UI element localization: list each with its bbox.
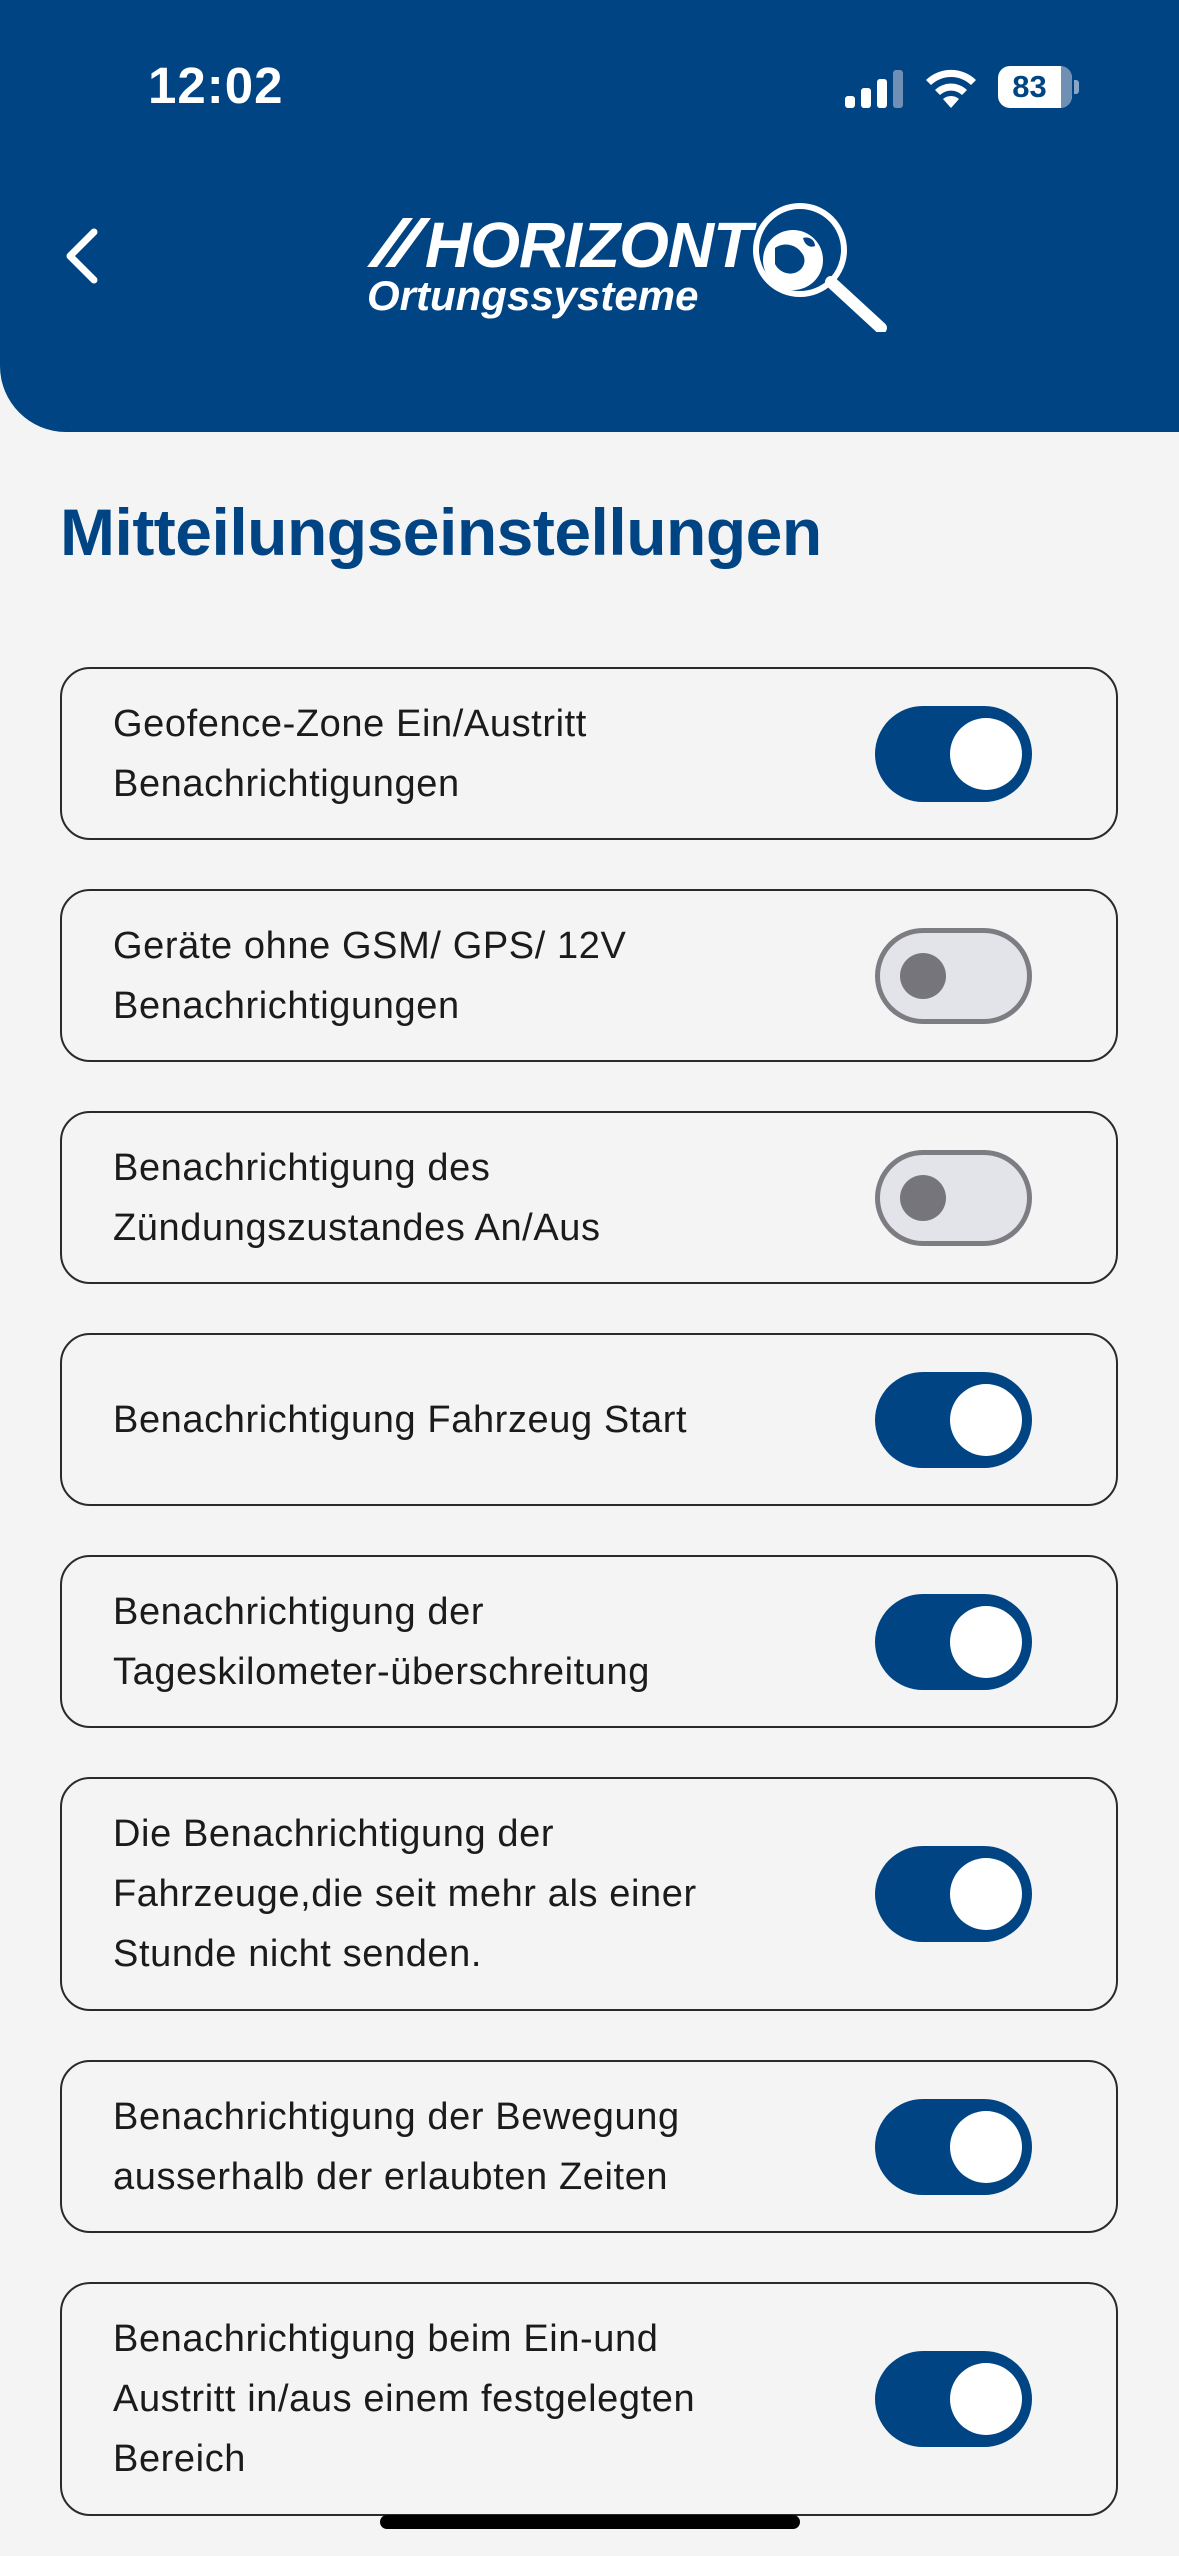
app-header: 12:02 83 HORIZONT Ortungssysteme bbox=[0, 0, 1179, 432]
toggle-knob bbox=[950, 717, 1022, 790]
setting-card: Benachrichtigung der Tageskilometer-über… bbox=[60, 1555, 1118, 1728]
globe-magnifier-icon bbox=[753, 203, 887, 332]
page-title: Mitteilungseinstellungen bbox=[60, 495, 822, 569]
battery-icon: 83 bbox=[998, 66, 1079, 108]
setting-toggle[interactable] bbox=[875, 2098, 1032, 2195]
toggle-knob bbox=[950, 2363, 1022, 2435]
setting-card: Geräte ohne GSM/ GPS/ 12V Benachrichtigu… bbox=[60, 889, 1118, 1062]
setting-label: Benachrichtigung des Zündungszustandes A… bbox=[113, 1146, 601, 1249]
setting-card: Benachrichtigung des Zündungszustandes A… bbox=[60, 1111, 1118, 1284]
battery-level: 83 bbox=[1012, 69, 1047, 104]
svg-text:HORIZONT: HORIZONT bbox=[425, 209, 757, 281]
toggle-knob bbox=[950, 1383, 1022, 1456]
signal-icon bbox=[845, 70, 903, 108]
toggle-knob bbox=[950, 1605, 1022, 1678]
setting-toggle[interactable] bbox=[875, 1846, 1032, 1942]
wifi-icon bbox=[926, 69, 976, 108]
setting-toggle[interactable] bbox=[875, 2351, 1032, 2447]
status-time: 12:02 bbox=[148, 57, 284, 114]
setting-card: Benachrichtigung Fahrzeug Start bbox=[60, 1333, 1118, 1506]
setting-toggle[interactable] bbox=[875, 1149, 1032, 1246]
svg-text:Ortungssysteme: Ortungssysteme bbox=[367, 272, 698, 319]
setting-label: Benachrichtigung beim Ein-und Austritt i… bbox=[113, 2318, 696, 2480]
back-button[interactable] bbox=[50, 222, 118, 290]
setting-card: Benachrichtigung beim Ein-und Austritt i… bbox=[60, 2282, 1118, 2516]
notification-settings-screen: 12:02 83 HORIZONT Ortungssysteme Mitteil… bbox=[0, 0, 1179, 2556]
setting-toggle[interactable] bbox=[875, 927, 1032, 1024]
setting-toggle[interactable] bbox=[875, 705, 1032, 802]
setting-label: Benachrichtigung der Tageskilometer-über… bbox=[113, 1590, 650, 1693]
setting-label: Geräte ohne GSM/ GPS/ 12V Benachrichtigu… bbox=[113, 924, 627, 1027]
toggle-knob bbox=[900, 1174, 946, 1221]
setting-toggle[interactable] bbox=[875, 1371, 1032, 1468]
setting-card: Benachrichtigung der Bewegung ausserhalb… bbox=[60, 2060, 1118, 2233]
setting-label: Geofence-Zone Ein/Austritt Benachrichtig… bbox=[113, 702, 587, 805]
home-indicator bbox=[380, 2515, 800, 2529]
setting-toggle[interactable] bbox=[875, 1593, 1032, 1690]
status-bar: 12:02 83 bbox=[0, 0, 1179, 175]
logo-speed-lines bbox=[367, 218, 431, 267]
setting-label: Die Benachrichtigung der Fahrzeuge,die s… bbox=[113, 1813, 697, 1975]
setting-card: Geofence-Zone Ein/Austritt Benachrichtig… bbox=[60, 667, 1118, 840]
battery-empty-segment bbox=[1061, 66, 1072, 108]
setting-card: Die Benachrichtigung der Fahrzeuge,die s… bbox=[60, 1777, 1118, 2011]
toggle-knob bbox=[950, 2110, 1022, 2183]
toggle-knob bbox=[950, 1858, 1022, 1930]
battery-body: 83 bbox=[998, 66, 1072, 108]
setting-label: Benachrichtigung Fahrzeug Start bbox=[113, 1398, 688, 1441]
horizont-logo: HORIZONT Ortungssysteme bbox=[367, 203, 887, 332]
battery-cap bbox=[1074, 80, 1079, 94]
toggle-knob bbox=[900, 952, 946, 999]
setting-label: Benachrichtigung der Bewegung ausserhalb… bbox=[113, 2095, 680, 2198]
